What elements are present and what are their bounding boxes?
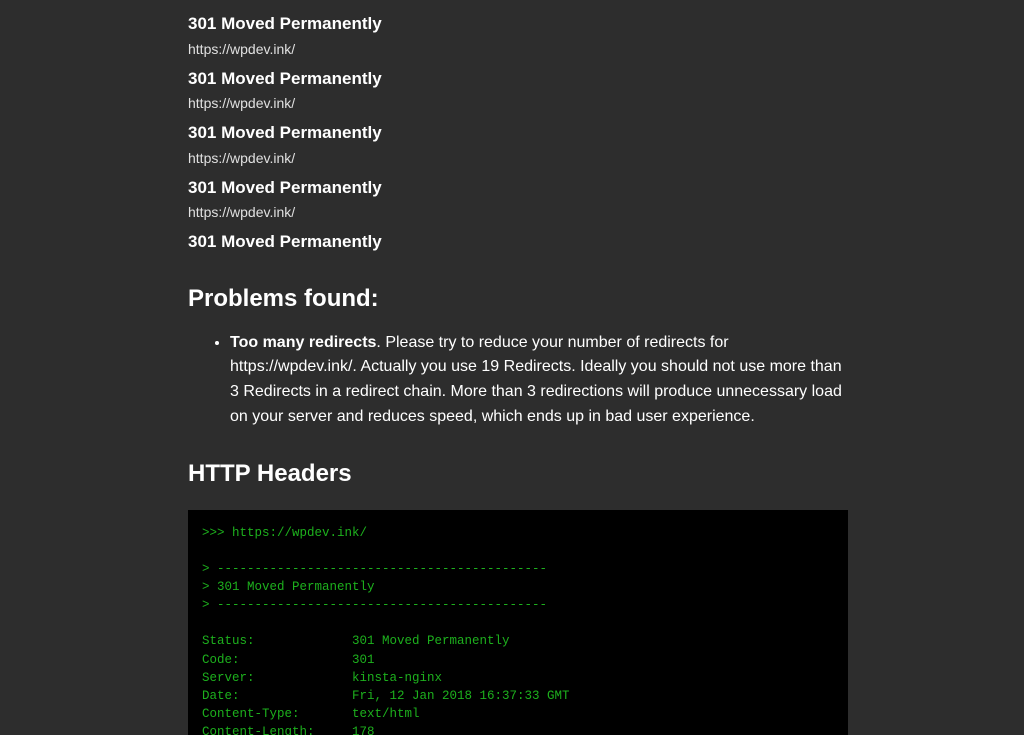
redirect-status: 301 Moved Permanently bbox=[188, 175, 848, 201]
terminal-separator: > --------------------------------------… bbox=[202, 560, 834, 578]
redirect-status: 301 Moved Permanently bbox=[188, 11, 848, 37]
header-key: Content-Length: bbox=[202, 723, 352, 735]
terminal-request-line: >>> https://wpdev.ink/ bbox=[202, 524, 834, 542]
redirect-url: https://wpdev.ink/ bbox=[188, 202, 848, 223]
redirect-url: https://wpdev.ink/ bbox=[188, 39, 848, 60]
redirect-status: 301 Moved Permanently bbox=[188, 66, 848, 92]
content-container: 301 Moved Permanentlyhttps://wpdev.ink/3… bbox=[188, 0, 848, 735]
header-key: Code: bbox=[202, 651, 352, 669]
header-row: Date:Fri, 12 Jan 2018 16:37:33 GMT bbox=[202, 687, 834, 705]
redirect-status: 301 Moved Permanently bbox=[188, 120, 848, 146]
redirect-url: https://wpdev.ink/ bbox=[188, 93, 848, 114]
header-key: Server: bbox=[202, 669, 352, 687]
terminal-status-line: > 301 Moved Permanently bbox=[202, 578, 834, 596]
header-value: 178 bbox=[352, 723, 375, 735]
redirect-list: 301 Moved Permanentlyhttps://wpdev.ink/3… bbox=[188, 11, 848, 255]
terminal-separator: > --------------------------------------… bbox=[202, 596, 834, 614]
header-row: Content-Type:text/html bbox=[202, 705, 834, 723]
header-value: text/html bbox=[352, 705, 420, 723]
header-value: 301 Moved Permanently bbox=[352, 632, 510, 650]
header-key: Content-Type: bbox=[202, 705, 352, 723]
header-row: Code:301 bbox=[202, 651, 834, 669]
redirect-status: 301 Moved Permanently bbox=[188, 229, 848, 255]
header-value: kinsta-nginx bbox=[352, 669, 442, 687]
problems-heading: Problems found: bbox=[188, 281, 848, 317]
header-key: Date: bbox=[202, 687, 352, 705]
header-row: Status:301 Moved Permanently bbox=[202, 632, 834, 650]
http-headers-heading: HTTP Headers bbox=[188, 456, 848, 492]
header-row: Server:kinsta-nginx bbox=[202, 669, 834, 687]
http-headers-terminal[interactable]: >>> https://wpdev.ink/ > ---------------… bbox=[188, 510, 848, 735]
problems-list: Too many redirects. Please try to reduce… bbox=[188, 331, 848, 430]
header-key: Status: bbox=[202, 632, 352, 650]
problem-item: Too many redirects. Please try to reduce… bbox=[230, 331, 848, 430]
header-row: Content-Length:178 bbox=[202, 723, 834, 735]
header-value: 301 bbox=[352, 651, 375, 669]
header-value: Fri, 12 Jan 2018 16:37:33 GMT bbox=[352, 687, 570, 705]
redirect-url: https://wpdev.ink/ bbox=[188, 148, 848, 169]
problem-title: Too many redirects bbox=[230, 334, 376, 351]
